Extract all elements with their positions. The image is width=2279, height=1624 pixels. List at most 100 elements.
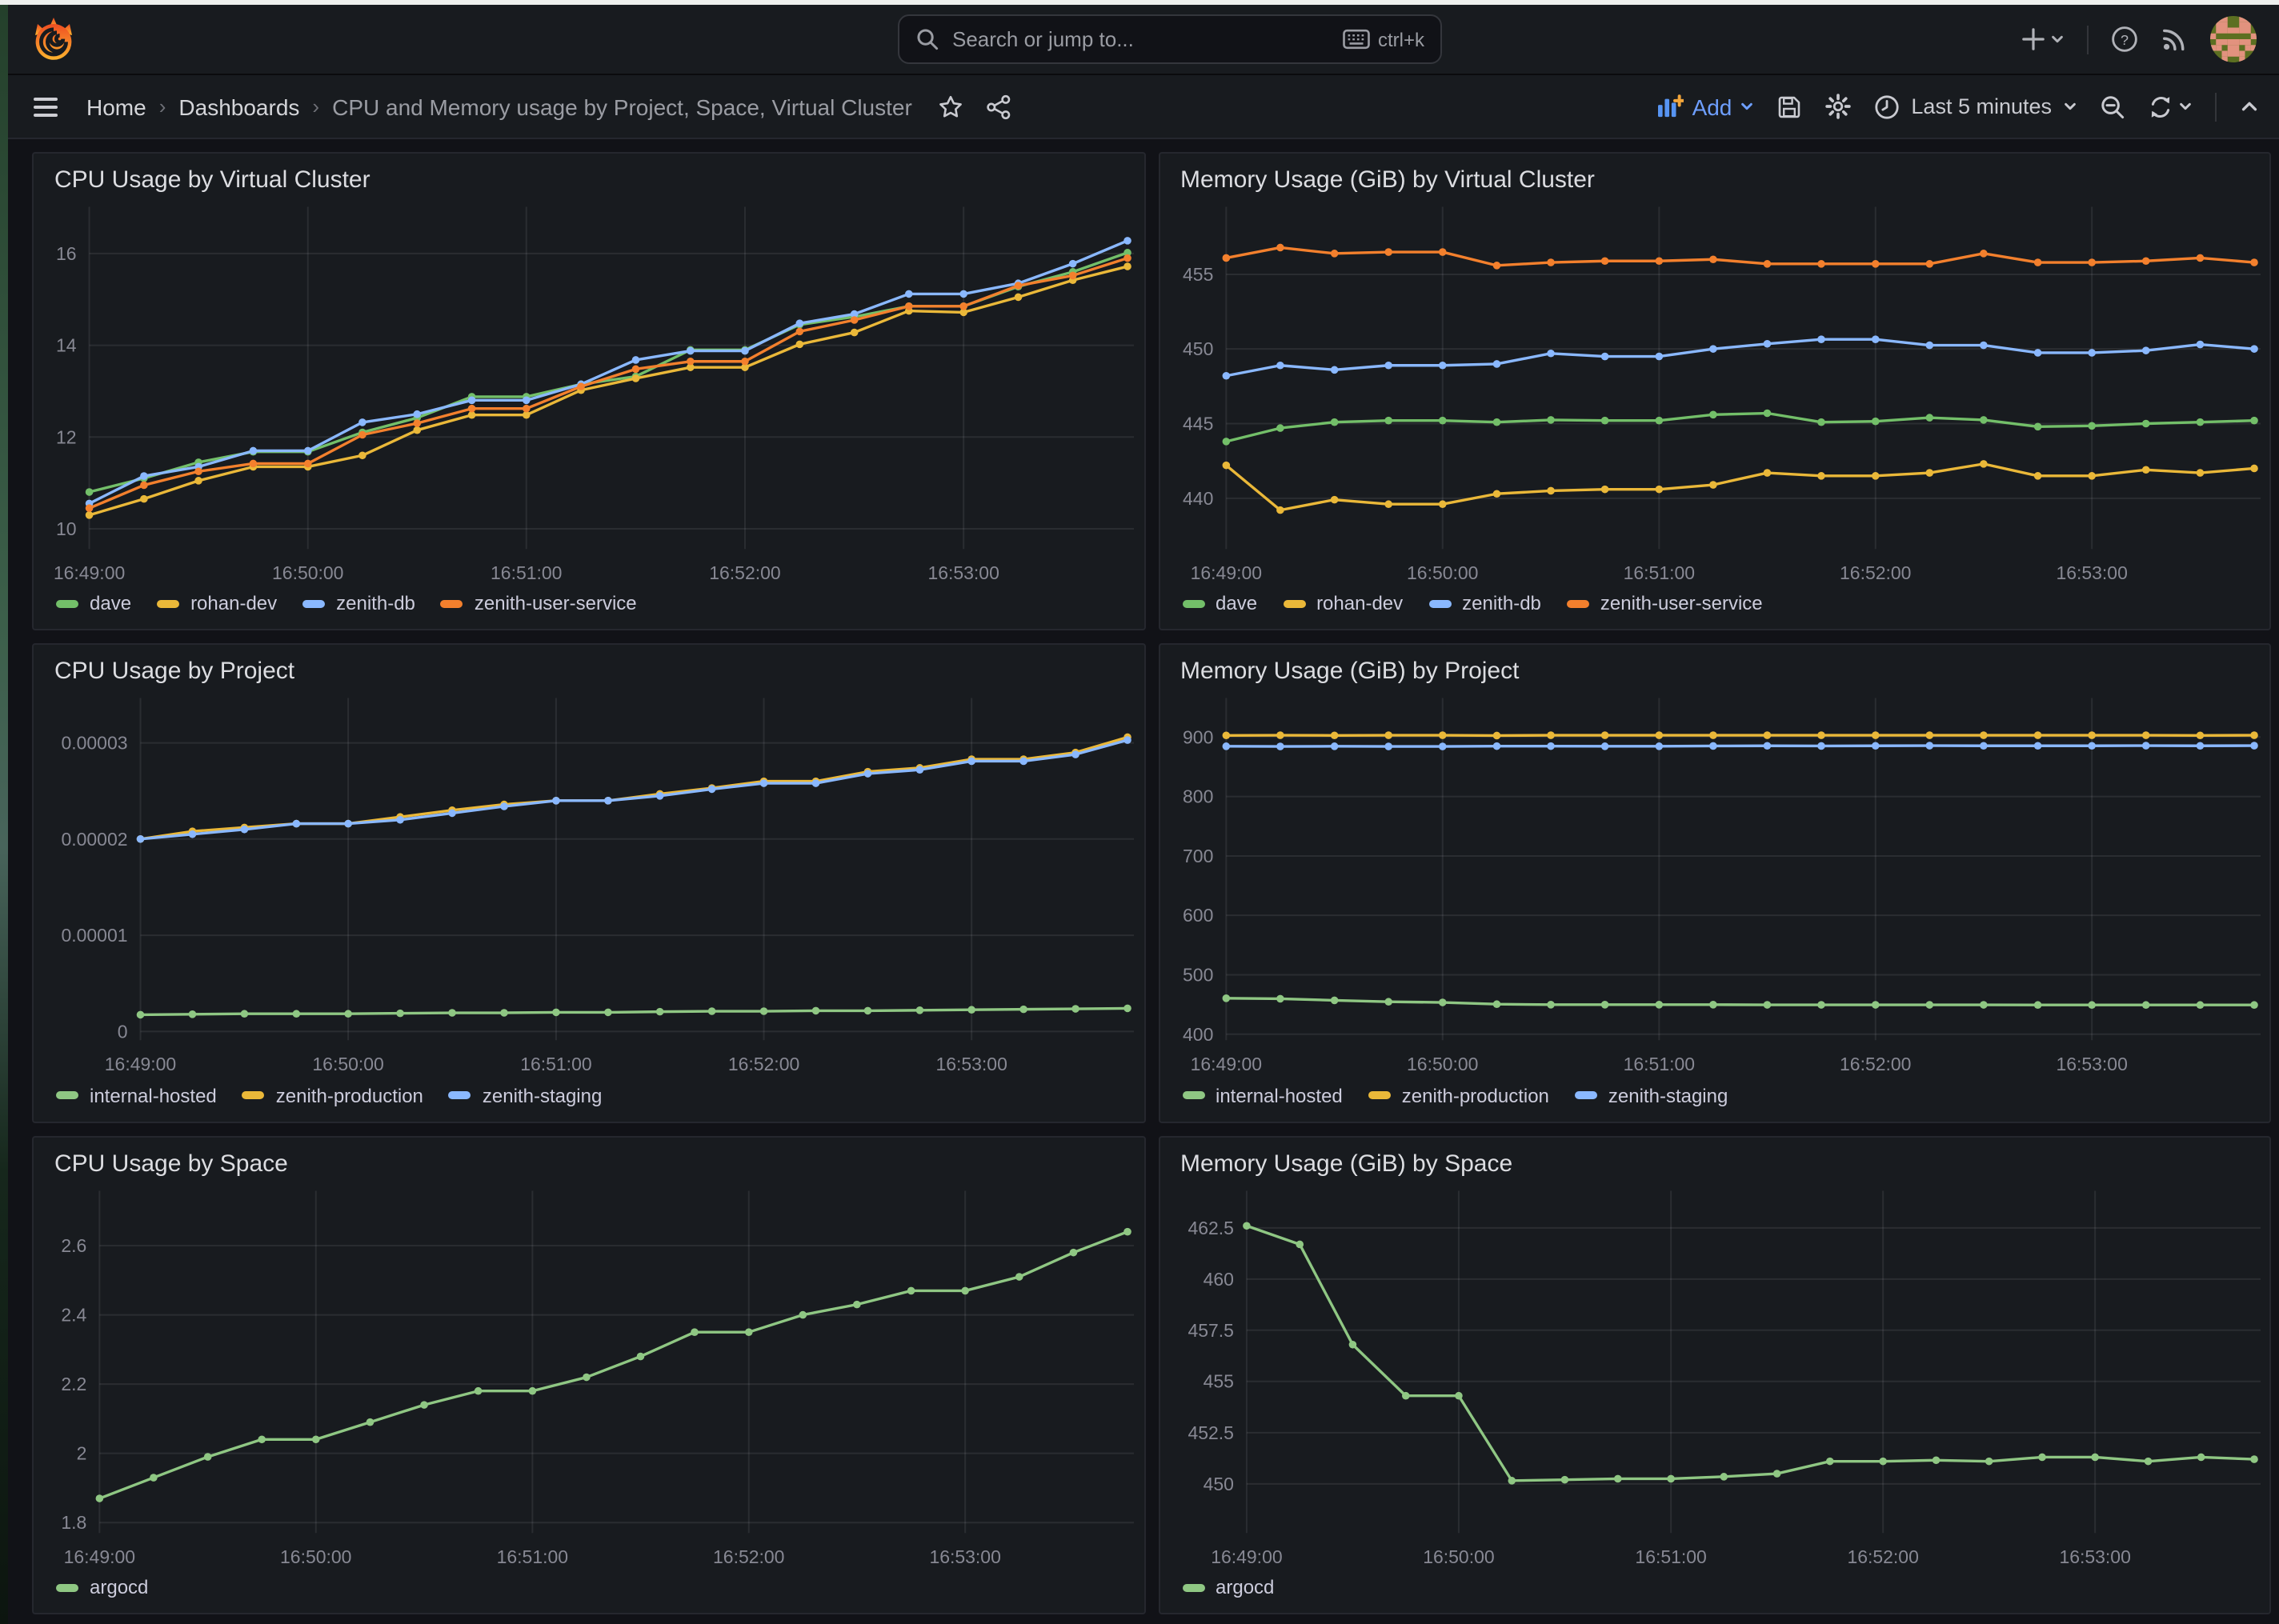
svg-text:0.00003: 0.00003 [61, 733, 127, 754]
breadcrumb-separator: › [159, 94, 166, 118]
chevron-up-icon[interactable] [2239, 96, 2260, 117]
star-icon[interactable] [938, 94, 963, 119]
panel-title[interactable]: CPU Usage by Space [34, 1137, 1144, 1180]
legend-item[interactable]: zenith-production [242, 1084, 423, 1106]
svg-text:600: 600 [1182, 906, 1212, 926]
legend-item[interactable]: argocd [1182, 1576, 1274, 1598]
chart-canvas[interactable]: 16:49:0016:50:0016:51:0016:52:0016:53:00… [1160, 197, 2269, 591]
svg-text:16:50:00: 16:50:00 [280, 1546, 351, 1566]
legend-series-chip [1182, 1091, 1204, 1099]
svg-text:?: ? [2121, 32, 2129, 48]
svg-text:0.00002: 0.00002 [61, 829, 127, 850]
legend-item[interactable]: internal-hosted [56, 1084, 217, 1106]
svg-text:16:53:00: 16:53:00 [935, 1054, 1007, 1075]
grafana-logo[interactable] [30, 17, 75, 62]
time-range-label: Last 5 minutes [1911, 94, 2052, 118]
legend-series-label: zenith-user-service [1600, 593, 1763, 615]
legend: dave rohan-dev zenith-db zenith-user-servic… [34, 591, 1144, 630]
legend-series-label: rohan-dev [190, 593, 277, 615]
search-input[interactable]: Search or jump to... ctrl+k [898, 14, 1442, 64]
share-icon[interactable] [986, 94, 1011, 119]
panel: CPU Usage by Space16:49:0016:50:0016:51:… [32, 1135, 1145, 1614]
legend: internal-hosted zenith-production zenith-s… [1160, 1082, 2269, 1121]
chevron-down-icon [2063, 99, 2077, 114]
legend-item[interactable]: zenith-user-service [441, 593, 637, 615]
save-icon[interactable] [1776, 94, 1802, 119]
chart-canvas[interactable]: 16:49:0016:50:0016:51:0016:52:0016:53:00… [34, 1180, 1144, 1574]
grafana-logo-icon [31, 18, 74, 61]
svg-text:16:50:00: 16:50:00 [1406, 562, 1477, 583]
help-button[interactable]: ? [2111, 26, 2138, 53]
panel-title[interactable]: Memory Usage (GiB) by Space [1160, 1137, 2269, 1180]
legend-item[interactable]: zenith-db [1428, 593, 1541, 615]
svg-text:14: 14 [56, 335, 77, 356]
breadcrumb-home[interactable]: Home [86, 94, 146, 119]
panel-title[interactable]: CPU Usage by Virtual Cluster [34, 154, 1144, 197]
mega-menu-button[interactable] [27, 90, 64, 122]
user-avatar[interactable] [2210, 16, 2257, 62]
grafana-app: Search or jump to... ctrl+k [8, 5, 2279, 1624]
svg-text:2.4: 2.4 [61, 1304, 86, 1325]
add-button[interactable]: Add [1657, 94, 1755, 119]
legend-item[interactable]: rohan-dev [157, 593, 277, 615]
legend-series-label: zenith-production [1402, 1084, 1549, 1106]
svg-text:16:52:00: 16:52:00 [709, 562, 780, 583]
legend-item[interactable]: zenith-user-service [1567, 593, 1763, 615]
screen: Search or jump to... ctrl+k [0, 0, 2279, 1624]
legend-item[interactable]: dave [1182, 593, 1257, 615]
panel-title[interactable]: Memory Usage (GiB) by Virtual Cluster [1160, 154, 2269, 197]
svg-text:900: 900 [1182, 727, 1212, 748]
breadcrumb-dashboards[interactable]: Dashboards [178, 94, 299, 119]
svg-text:0.00001: 0.00001 [61, 926, 127, 946]
legend-item[interactable]: zenith-db [302, 593, 415, 615]
panel-title[interactable]: Memory Usage (GiB) by Project [1160, 646, 2269, 689]
legend-series-label: dave [90, 593, 131, 615]
toolbar-right: Add [1657, 92, 2260, 121]
legend-series-chip [1368, 1091, 1391, 1099]
legend-item[interactable]: dave [56, 593, 131, 615]
hamburger-icon [34, 97, 58, 100]
svg-text:16:53:00: 16:53:00 [927, 562, 999, 583]
new-menu-button[interactable] [2021, 27, 2065, 51]
chart-canvas[interactable]: 16:49:0016:50:0016:51:0016:52:0016:53:00… [1160, 1180, 2269, 1574]
svg-text:452.5: 452.5 [1187, 1422, 1232, 1442]
legend: argocd [1160, 1574, 2269, 1613]
svg-text:12: 12 [56, 426, 77, 447]
chart-canvas[interactable]: 16:49:0016:50:0016:51:0016:52:0016:53:00… [1160, 689, 2269, 1083]
legend-series-chip [242, 1091, 265, 1099]
settings-gear-icon[interactable] [1824, 93, 1852, 120]
panel-title[interactable]: CPU Usage by Project [34, 646, 1144, 689]
svg-text:16:49:00: 16:49:00 [1190, 1054, 1261, 1075]
chart-canvas[interactable]: 16:49:0016:50:0016:51:0016:52:0016:53:00… [34, 197, 1144, 591]
legend-series-chip [1567, 600, 1589, 608]
chart-canvas[interactable]: 16:49:0016:50:0016:51:0016:52:0016:53:00… [34, 689, 1144, 1083]
svg-text:16:50:00: 16:50:00 [1422, 1546, 1493, 1566]
legend-item[interactable]: argocd [56, 1576, 148, 1598]
svg-text:0: 0 [118, 1022, 128, 1042]
svg-text:462.5: 462.5 [1187, 1217, 1232, 1238]
refresh-button[interactable] [2148, 94, 2193, 119]
zoom-out-icon[interactable] [2100, 94, 2125, 119]
svg-text:16:49:00: 16:49:00 [54, 562, 125, 583]
breadcrumb-current: CPU and Memory usage by Project, Space, … [332, 94, 912, 119]
legend-item[interactable]: internal-hosted [1182, 1084, 1343, 1106]
avatar-pixel-art [2210, 16, 2257, 62]
news-button[interactable] [2161, 26, 2188, 53]
legend-series-chip [449, 1091, 471, 1099]
svg-text:16:51:00: 16:51:00 [1623, 562, 1694, 583]
chevron-down-icon [1740, 99, 1754, 114]
svg-text:16:49:00: 16:49:00 [64, 1546, 135, 1566]
clock-icon [1874, 94, 1900, 119]
legend-item[interactable]: rohan-dev [1283, 593, 1403, 615]
legend-series-label: zenith-staging [483, 1084, 602, 1106]
svg-text:16:52:00: 16:52:00 [1839, 1054, 1910, 1075]
panel: Memory Usage (GiB) by Space16:49:0016:50… [1158, 1135, 2271, 1614]
dashboard-toolbar: Home › Dashboards › CPU and Memory usage… [8, 75, 2279, 139]
toolbar-divider [2215, 92, 2217, 121]
legend-series-label: zenith-db [1462, 593, 1541, 615]
legend: argocd [34, 1574, 1144, 1613]
legend-item[interactable]: zenith-staging [1575, 1084, 1728, 1106]
legend-item[interactable]: zenith-production [1368, 1084, 1549, 1106]
legend-item[interactable]: zenith-staging [449, 1084, 602, 1106]
time-range-picker[interactable]: Last 5 minutes [1874, 94, 2077, 119]
